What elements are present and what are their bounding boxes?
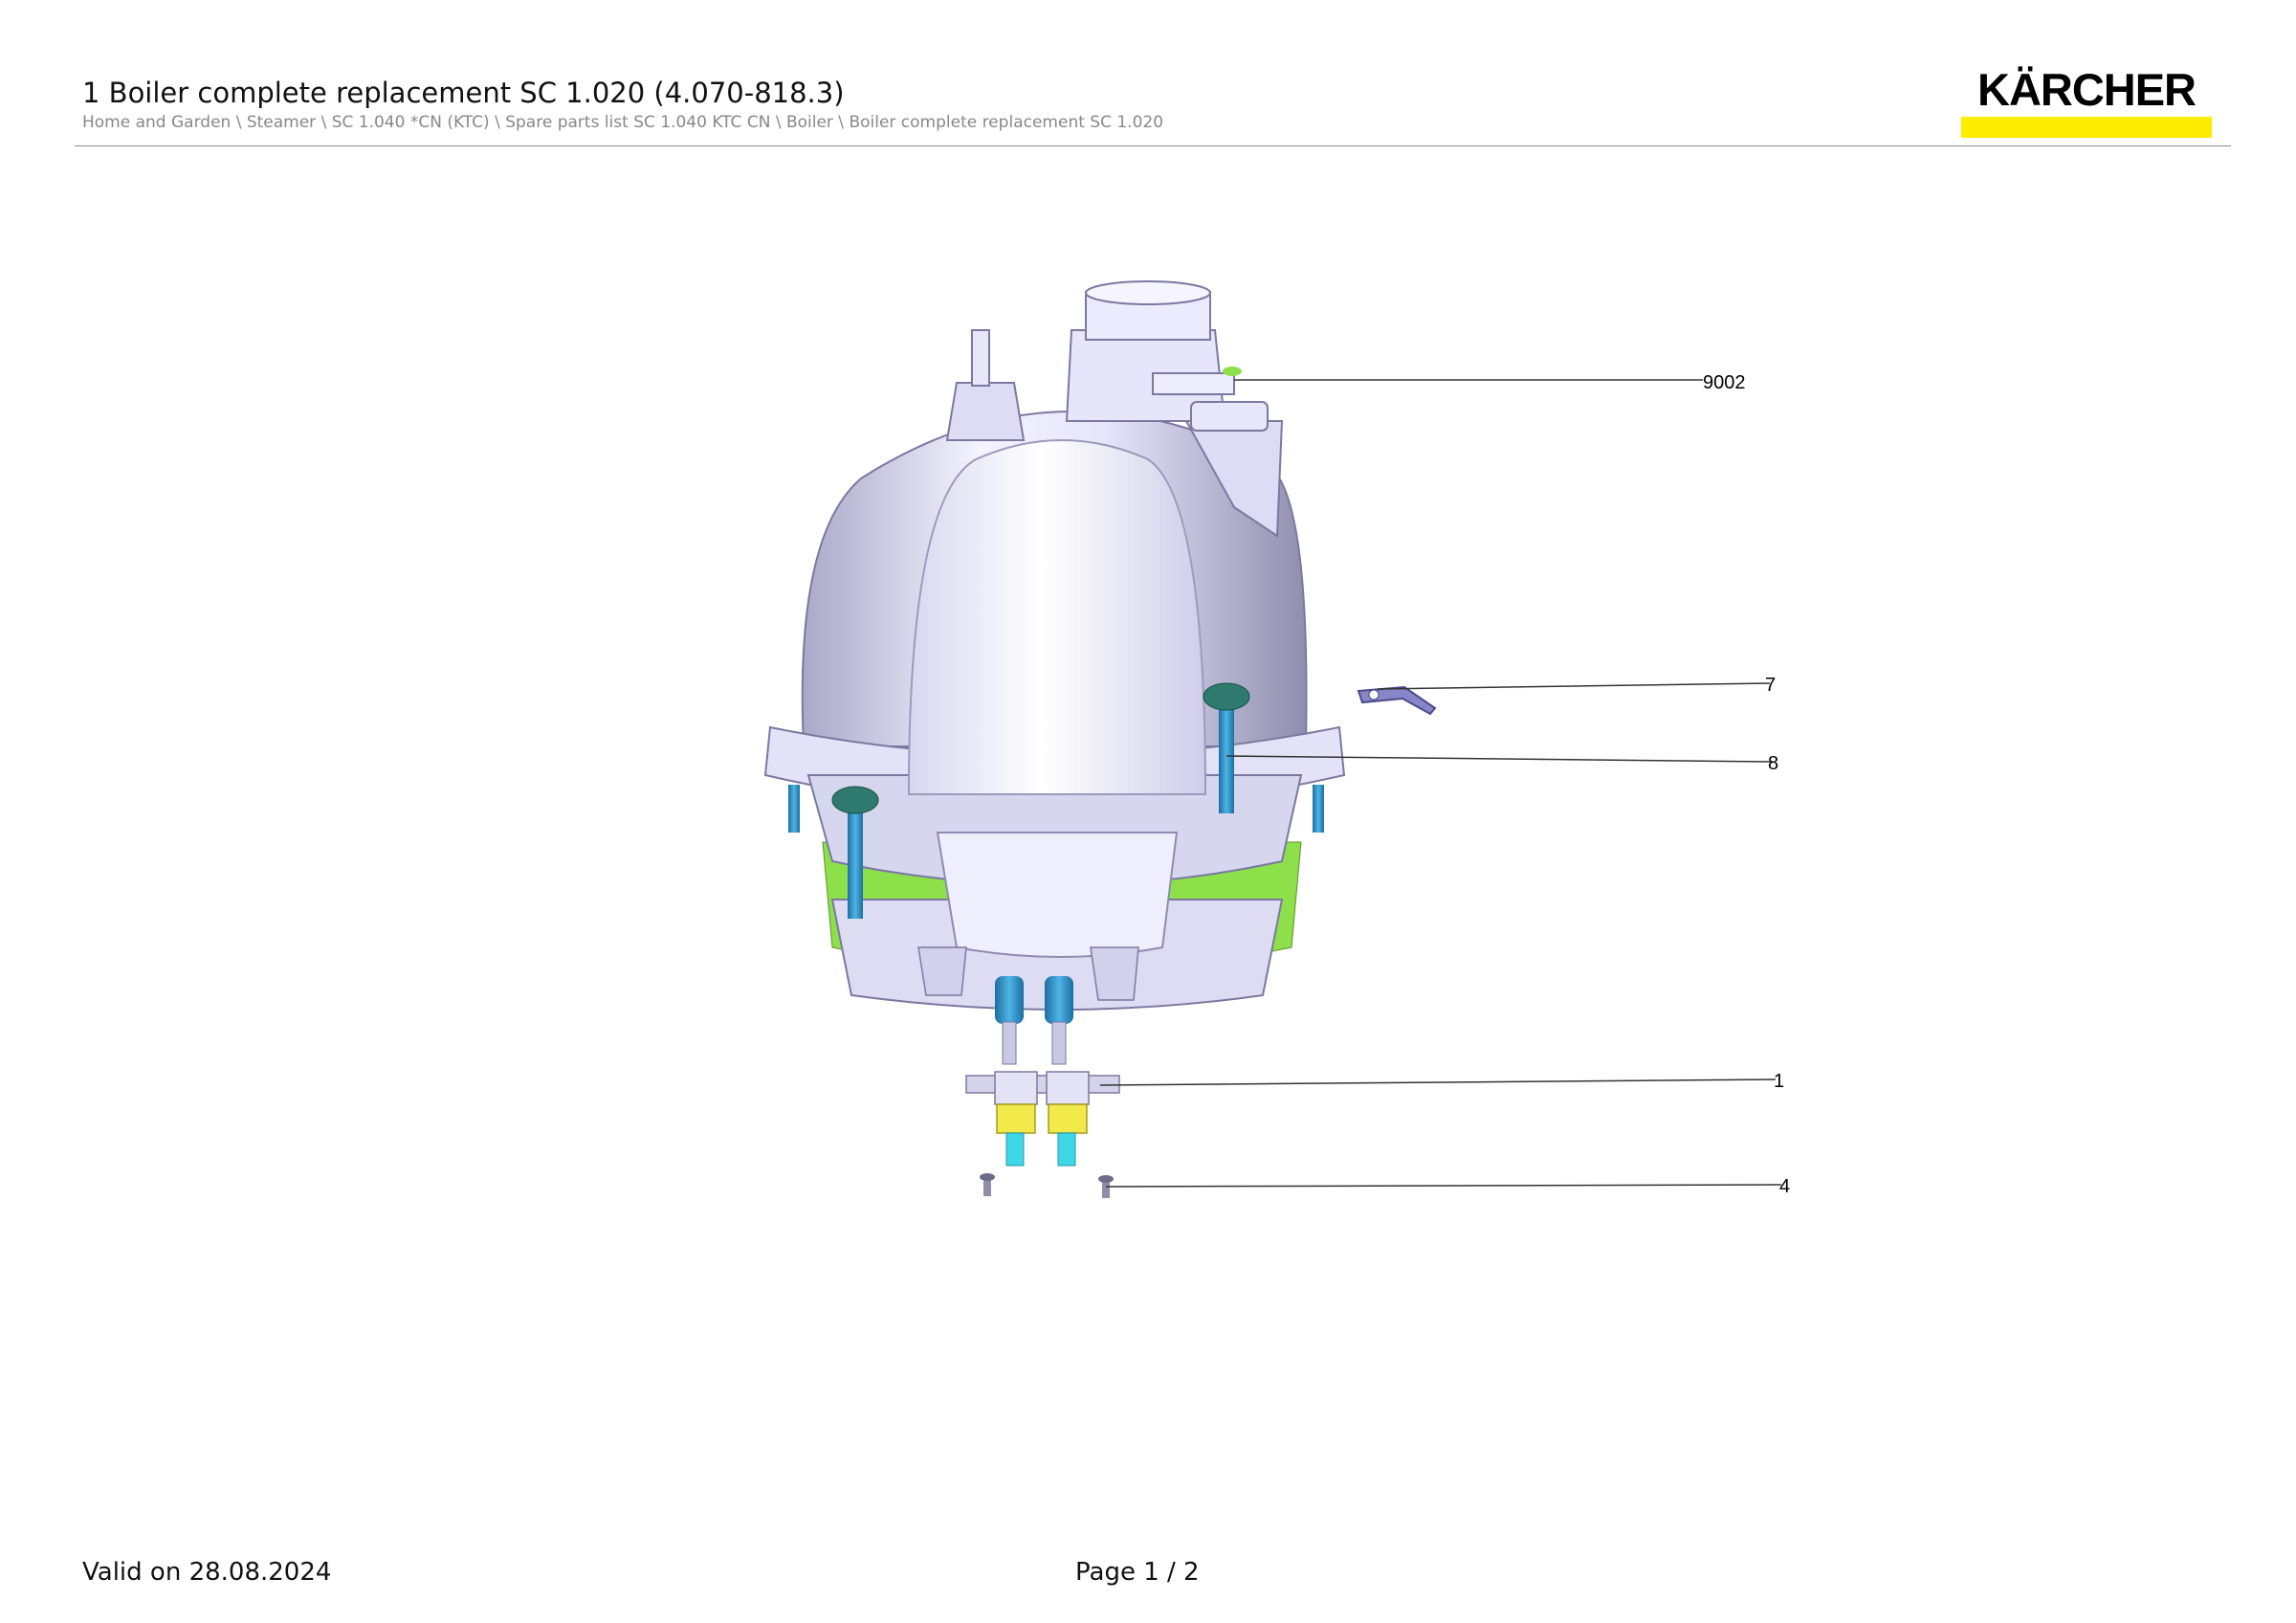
callout-8: 8 [1768,753,1778,774]
page-number: Page 1 / 2 [1075,1558,1200,1587]
leader-4 [1105,1184,1782,1188]
exploded-view-drawing: 9002 7 8 1 4 [763,280,1790,1198]
leader-7 [1377,682,1771,690]
leader-1 [1099,1078,1777,1086]
earth-clip-7 [1357,685,1437,716]
callout-9002: 9002 [1703,372,1746,393]
callout-1: 1 [1774,1071,1784,1092]
callout-7: 7 [1765,675,1776,696]
screw-4 [980,1173,1114,1198]
thermostat-1 [965,1071,1120,1167]
callout-4: 4 [1779,1176,1790,1197]
valid-date: Valid on 28.08.2024 [82,1558,332,1587]
